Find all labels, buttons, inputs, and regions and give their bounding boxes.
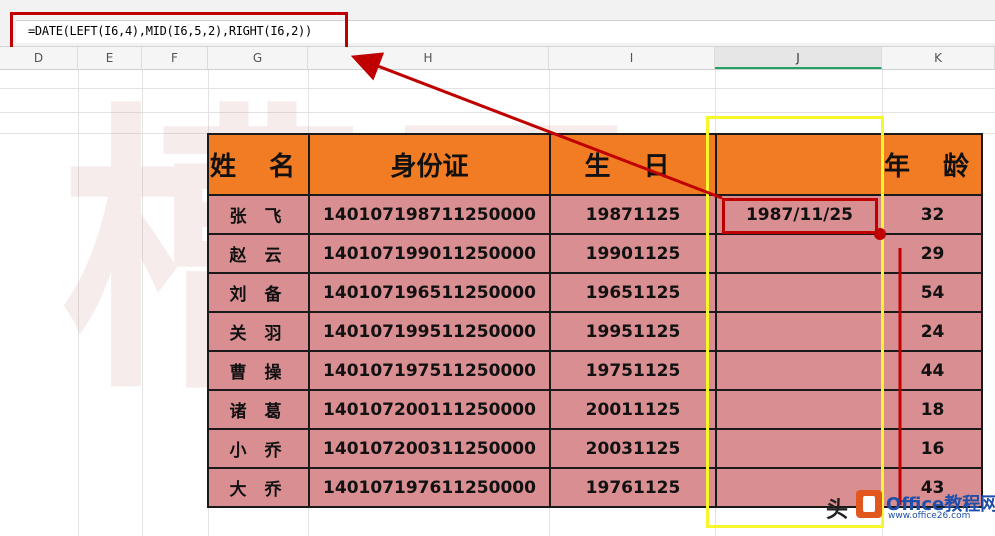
spreadsheet-window: J6 =DATE(LEFT(I6,4),MID(I6,5,2),RIGHT(I6… xyxy=(0,0,995,536)
cell-birth[interactable]: 19901125 xyxy=(549,233,717,274)
cell-id[interactable]: 140107199511250000 xyxy=(308,311,551,352)
cell-birth[interactable]: 19951125 xyxy=(549,311,717,352)
header-birth[interactable]: 生 日 xyxy=(549,133,717,196)
header-age[interactable]: 年 龄 xyxy=(881,133,984,196)
column-header-j[interactable]: J xyxy=(715,47,882,69)
cell-age[interactable]: 16 xyxy=(881,428,984,469)
cell-age[interactable]: 32 xyxy=(881,194,984,235)
column-header-k[interactable]: K xyxy=(882,47,995,69)
cell-birth[interactable]: 19651125 xyxy=(549,272,717,313)
cell-name[interactable]: 诸 葛 xyxy=(207,389,310,430)
logo-url-text: www.office26.com xyxy=(888,511,971,521)
cell-name[interactable]: 关 羽 xyxy=(207,311,310,352)
header-name[interactable]: 姓 名 xyxy=(207,133,310,196)
column-header-i[interactable]: I xyxy=(549,47,715,69)
cell-name[interactable]: 刘 备 xyxy=(207,272,310,313)
cell-birth[interactable]: 20011125 xyxy=(549,389,717,430)
cell-name[interactable]: 张 飞 xyxy=(207,194,310,235)
cell-name[interactable]: 大 乔 xyxy=(207,467,310,508)
cell-id[interactable]: 140107199011250000 xyxy=(308,233,551,274)
cell-age[interactable]: 29 xyxy=(881,233,984,274)
column-header-f[interactable]: F xyxy=(142,47,208,69)
cell-id[interactable]: 140107198711250000 xyxy=(308,194,551,235)
column-header-row: D E F G H I J K xyxy=(0,47,995,70)
cell-id[interactable]: 140107196511250000 xyxy=(308,272,551,313)
cell-id[interactable]: 140107200311250000 xyxy=(308,428,551,469)
cell-birth[interactable]: 20031125 xyxy=(549,428,717,469)
column-header-g[interactable]: G xyxy=(208,47,308,69)
office-icon xyxy=(856,490,882,518)
cell-birth[interactable]: 19761125 xyxy=(549,467,717,508)
cell-id[interactable]: 140107200111250000 xyxy=(308,389,551,430)
cell-age[interactable]: 24 xyxy=(881,311,984,352)
cell-birth[interactable]: 19751125 xyxy=(549,350,717,391)
brand-logo: 头 Office教程网 www.office26.com xyxy=(826,488,995,524)
column-header-h[interactable]: H xyxy=(308,47,549,69)
logo-head-text: 头 xyxy=(826,498,849,523)
selection-highlight-box xyxy=(706,116,884,528)
column-header-d[interactable]: D xyxy=(0,47,78,69)
cell-id[interactable]: 140107197611250000 xyxy=(308,467,551,508)
cell-age[interactable]: 18 xyxy=(881,389,984,430)
formula-highlight-box xyxy=(10,12,348,52)
name-box[interactable]: J6 xyxy=(0,20,10,33)
cell-id[interactable]: 140107197511250000 xyxy=(308,350,551,391)
column-header-e[interactable]: E xyxy=(78,47,142,69)
cell-birth[interactable]: 19871125 xyxy=(549,194,717,235)
result-highlight-box xyxy=(722,198,878,234)
cell-age[interactable]: 44 xyxy=(881,350,984,391)
cell-name[interactable]: 小 乔 xyxy=(207,428,310,469)
cell-name[interactable]: 赵 云 xyxy=(207,233,310,274)
cell-name[interactable]: 曹 操 xyxy=(207,350,310,391)
header-id[interactable]: 身份证 xyxy=(308,133,551,196)
cell-age[interactable]: 54 xyxy=(881,272,984,313)
